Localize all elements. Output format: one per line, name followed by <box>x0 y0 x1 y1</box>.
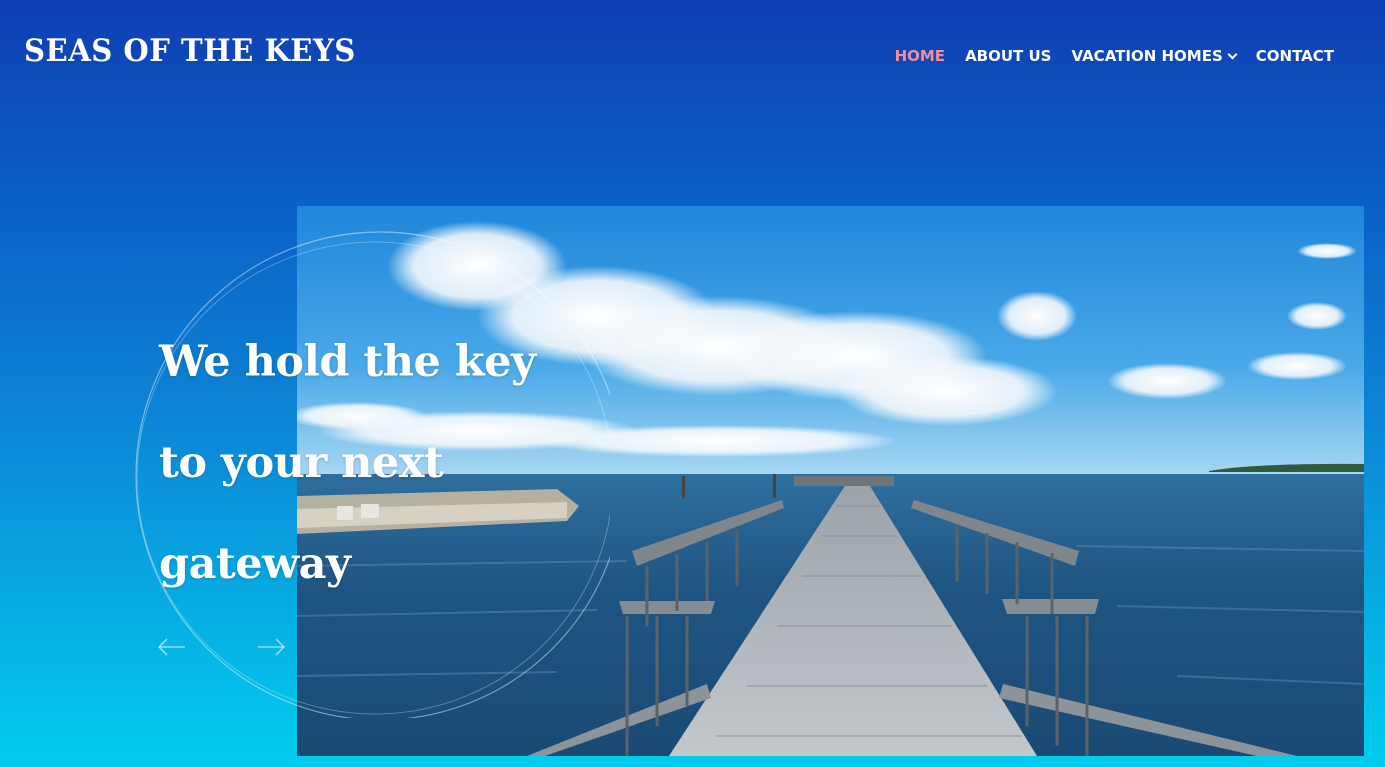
headline-line: We hold the key <box>159 337 536 387</box>
nav-item-home[interactable]: HOME <box>895 49 945 64</box>
arrow-right-icon <box>258 638 286 656</box>
slider-next-button[interactable] <box>256 636 286 658</box>
main-nav: HOME ABOUT US VACATION HOMES CONTACT <box>895 49 1334 64</box>
slider-prev-button[interactable] <box>157 636 187 658</box>
chevron-down-icon <box>1227 49 1238 60</box>
site-logo[interactable]: SEAS OF THE KEYS <box>24 36 356 67</box>
nav-item-vacation-homes[interactable]: VACATION HOMES <box>1071 47 1238 65</box>
headline-line: gateway <box>159 539 351 589</box>
headline-line: to your next <box>159 438 444 488</box>
nav-item-label: HOME <box>894 47 946 65</box>
nav-item-contact[interactable]: CONTACT <box>1256 49 1334 64</box>
arrow-left-icon <box>157 638 185 656</box>
nav-item-label: VACATION HOMES <box>1071 47 1223 65</box>
hero-headline: We hold the key to your next gateway <box>159 312 679 615</box>
site-header: SEAS OF THE KEYS HOME ABOUT US VACATION … <box>0 0 1385 115</box>
nav-item-label: ABOUT US <box>965 47 1052 65</box>
nav-item-label: CONTACT <box>1255 47 1334 65</box>
nav-item-about-us[interactable]: ABOUT US <box>965 49 1051 64</box>
